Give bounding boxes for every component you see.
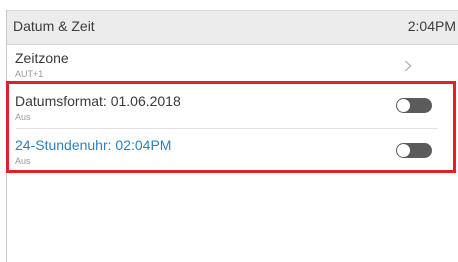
settings-screen: Datum & Zeit 2:04PM Zeitzone AUT+1 Datum… (0, 0, 458, 262)
timezone-row[interactable]: Zeitzone AUT+1 (7, 45, 458, 83)
clock-24h-row[interactable]: 24-Stundenuhr: 02:04PM Aus (7, 129, 458, 171)
date-format-status: Aus (15, 112, 31, 122)
date-format-label: Datumsformat: 01.06.2018 (15, 93, 181, 109)
timezone-label: Zeitzone (15, 50, 69, 66)
clock-24h-label: 24-Stundenuhr: 02:04PM (15, 137, 172, 153)
clock-24h-toggle[interactable] (396, 143, 432, 158)
page-title: Datum & Zeit (13, 18, 95, 34)
date-format-toggle[interactable] (396, 98, 432, 113)
toggle-knob (397, 144, 410, 157)
timezone-value: AUT+1 (15, 69, 44, 79)
toggle-knob (397, 99, 410, 112)
status-clock: 2:04PM (407, 18, 456, 34)
date-format-row[interactable]: Datumsformat: 01.06.2018 Aus (7, 84, 458, 128)
title-bar: Datum & Zeit 2:04PM (7, 11, 458, 45)
clock-24h-status: Aus (15, 156, 31, 166)
chevron-right-icon (404, 60, 416, 74)
